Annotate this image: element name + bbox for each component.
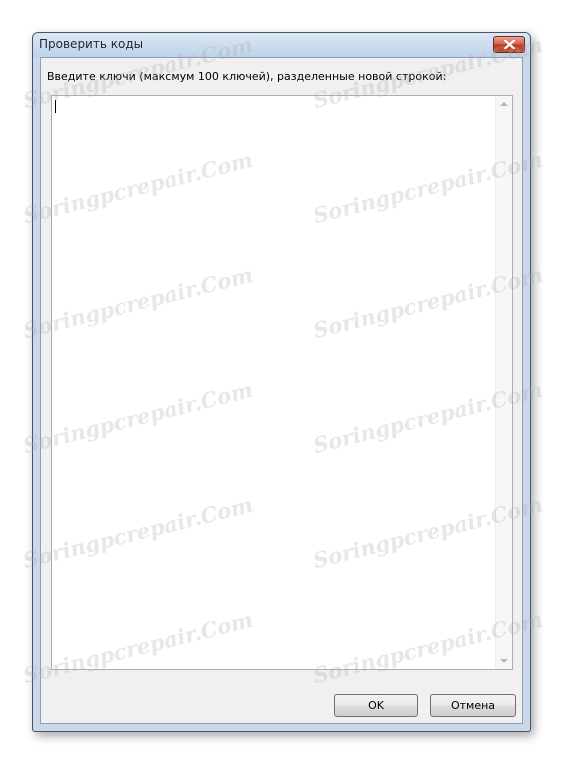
ok-button[interactable]: OK [334,694,418,717]
window-title: Проверить коды [39,37,144,51]
scroll-up-arrow-icon[interactable] [500,102,508,106]
dialog-client-area: Введите ключи (максмум 100 ключей), разд… [40,57,523,724]
vertical-scrollbar[interactable] [495,96,512,669]
cancel-button[interactable]: Отмена [430,694,516,717]
check-codes-dialog: Проверить коды Введите ключи (максмум 10… [32,32,531,732]
close-icon [504,40,515,49]
keys-textarea-container [51,95,513,670]
keys-prompt-label: Введите ключи (максмум 100 ключей), разд… [47,70,447,83]
scroll-down-arrow-icon[interactable] [500,659,508,663]
title-bar[interactable]: Проверить коды [33,33,530,57]
close-button[interactable] [493,36,525,53]
keys-textarea[interactable] [52,96,496,669]
text-cursor [55,100,56,113]
